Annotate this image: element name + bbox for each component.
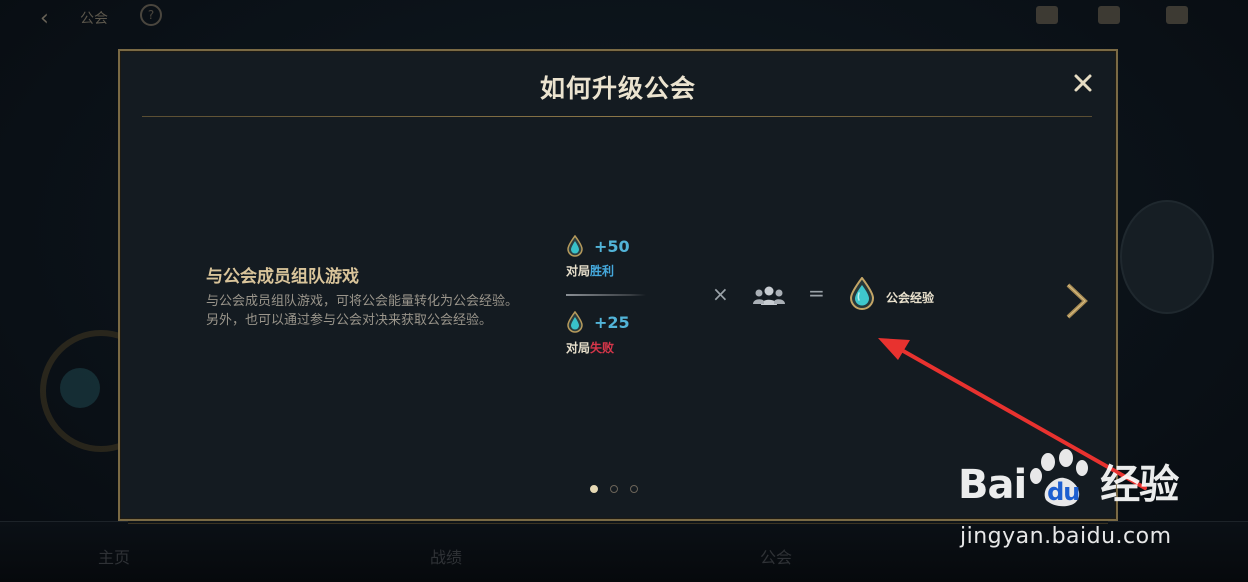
title-divider (142, 116, 1092, 117)
chevron-right-icon (1066, 283, 1088, 319)
page-dot-2[interactable] (610, 485, 618, 493)
lose-reward-value: +25 (594, 312, 630, 332)
lose-label-result: 失败 (590, 341, 615, 355)
win-reward-value: +50 (594, 236, 630, 256)
guild-energy-icon (567, 311, 583, 333)
close-icon (1074, 74, 1092, 92)
guild-energy-icon (567, 235, 583, 257)
friends-icon[interactable] (1166, 6, 1188, 24)
background-right-panel (1120, 200, 1214, 314)
watermark-url: jingyan.baidu.com (960, 524, 1172, 549)
back-arrow-icon[interactable]: ‹ (40, 6, 68, 31)
tab-home[interactable]: 主页 (98, 544, 130, 568)
watermark-brand-left: Bai (958, 462, 1027, 508)
watermark-brand-cn: 经验 (1100, 462, 1179, 508)
tab-records[interactable]: 战绩 (430, 544, 462, 568)
win-label: 对局胜利 (566, 262, 614, 279)
page-dot-3[interactable] (630, 485, 638, 493)
upgrade-guild-dialog: 如何升级公会 与公会成员组队游戏 与公会成员组队游戏，可将公会能量转化为公会经验… (118, 49, 1118, 521)
lose-reward: +25 (566, 311, 630, 333)
equals-sign: = (808, 281, 825, 305)
tab-guild[interactable]: 公会 (760, 544, 792, 568)
multiply-sign: × (712, 282, 729, 306)
menu-icon[interactable] (1036, 6, 1058, 24)
next-page-button[interactable] (1065, 282, 1089, 324)
win-label-prefix: 对局 (566, 264, 591, 278)
section-description: 与公会成员组队游戏，可将公会能量转化为公会经验。另外，也可以通过参与公会对决来获… (206, 294, 519, 328)
baidu-watermark: Bai du 经验 jingyan.baidu.com (958, 449, 1194, 562)
watermark-brand: Bai du 经验 (958, 452, 1179, 510)
section-title: 与公会成员组队游戏 (206, 267, 359, 287)
lose-label-prefix: 对局 (566, 341, 591, 355)
lose-label: 对局失败 (566, 339, 614, 356)
background-title: 公会 (80, 11, 108, 27)
help-icon[interactable]: ? (140, 4, 162, 26)
watermark-brand-paw-text: du (1047, 478, 1080, 506)
background-guild-orb (60, 368, 100, 408)
win-reward: +50 (566, 235, 630, 257)
team-members-icon (753, 286, 785, 305)
background-top-bar: ‹ 公会 ? (0, 0, 1248, 40)
page-dot-1[interactable] (590, 485, 598, 493)
guild-experience-icon (849, 277, 875, 310)
win-label-result: 胜利 (590, 264, 615, 278)
dialog-title: 如何升级公会 (539, 74, 696, 103)
mail-icon[interactable] (1098, 6, 1120, 24)
pagination-dots (590, 485, 638, 493)
close-button[interactable] (1071, 71, 1095, 95)
reward-separator (566, 294, 646, 296)
guild-experience-label: 公会经验 (886, 291, 935, 305)
